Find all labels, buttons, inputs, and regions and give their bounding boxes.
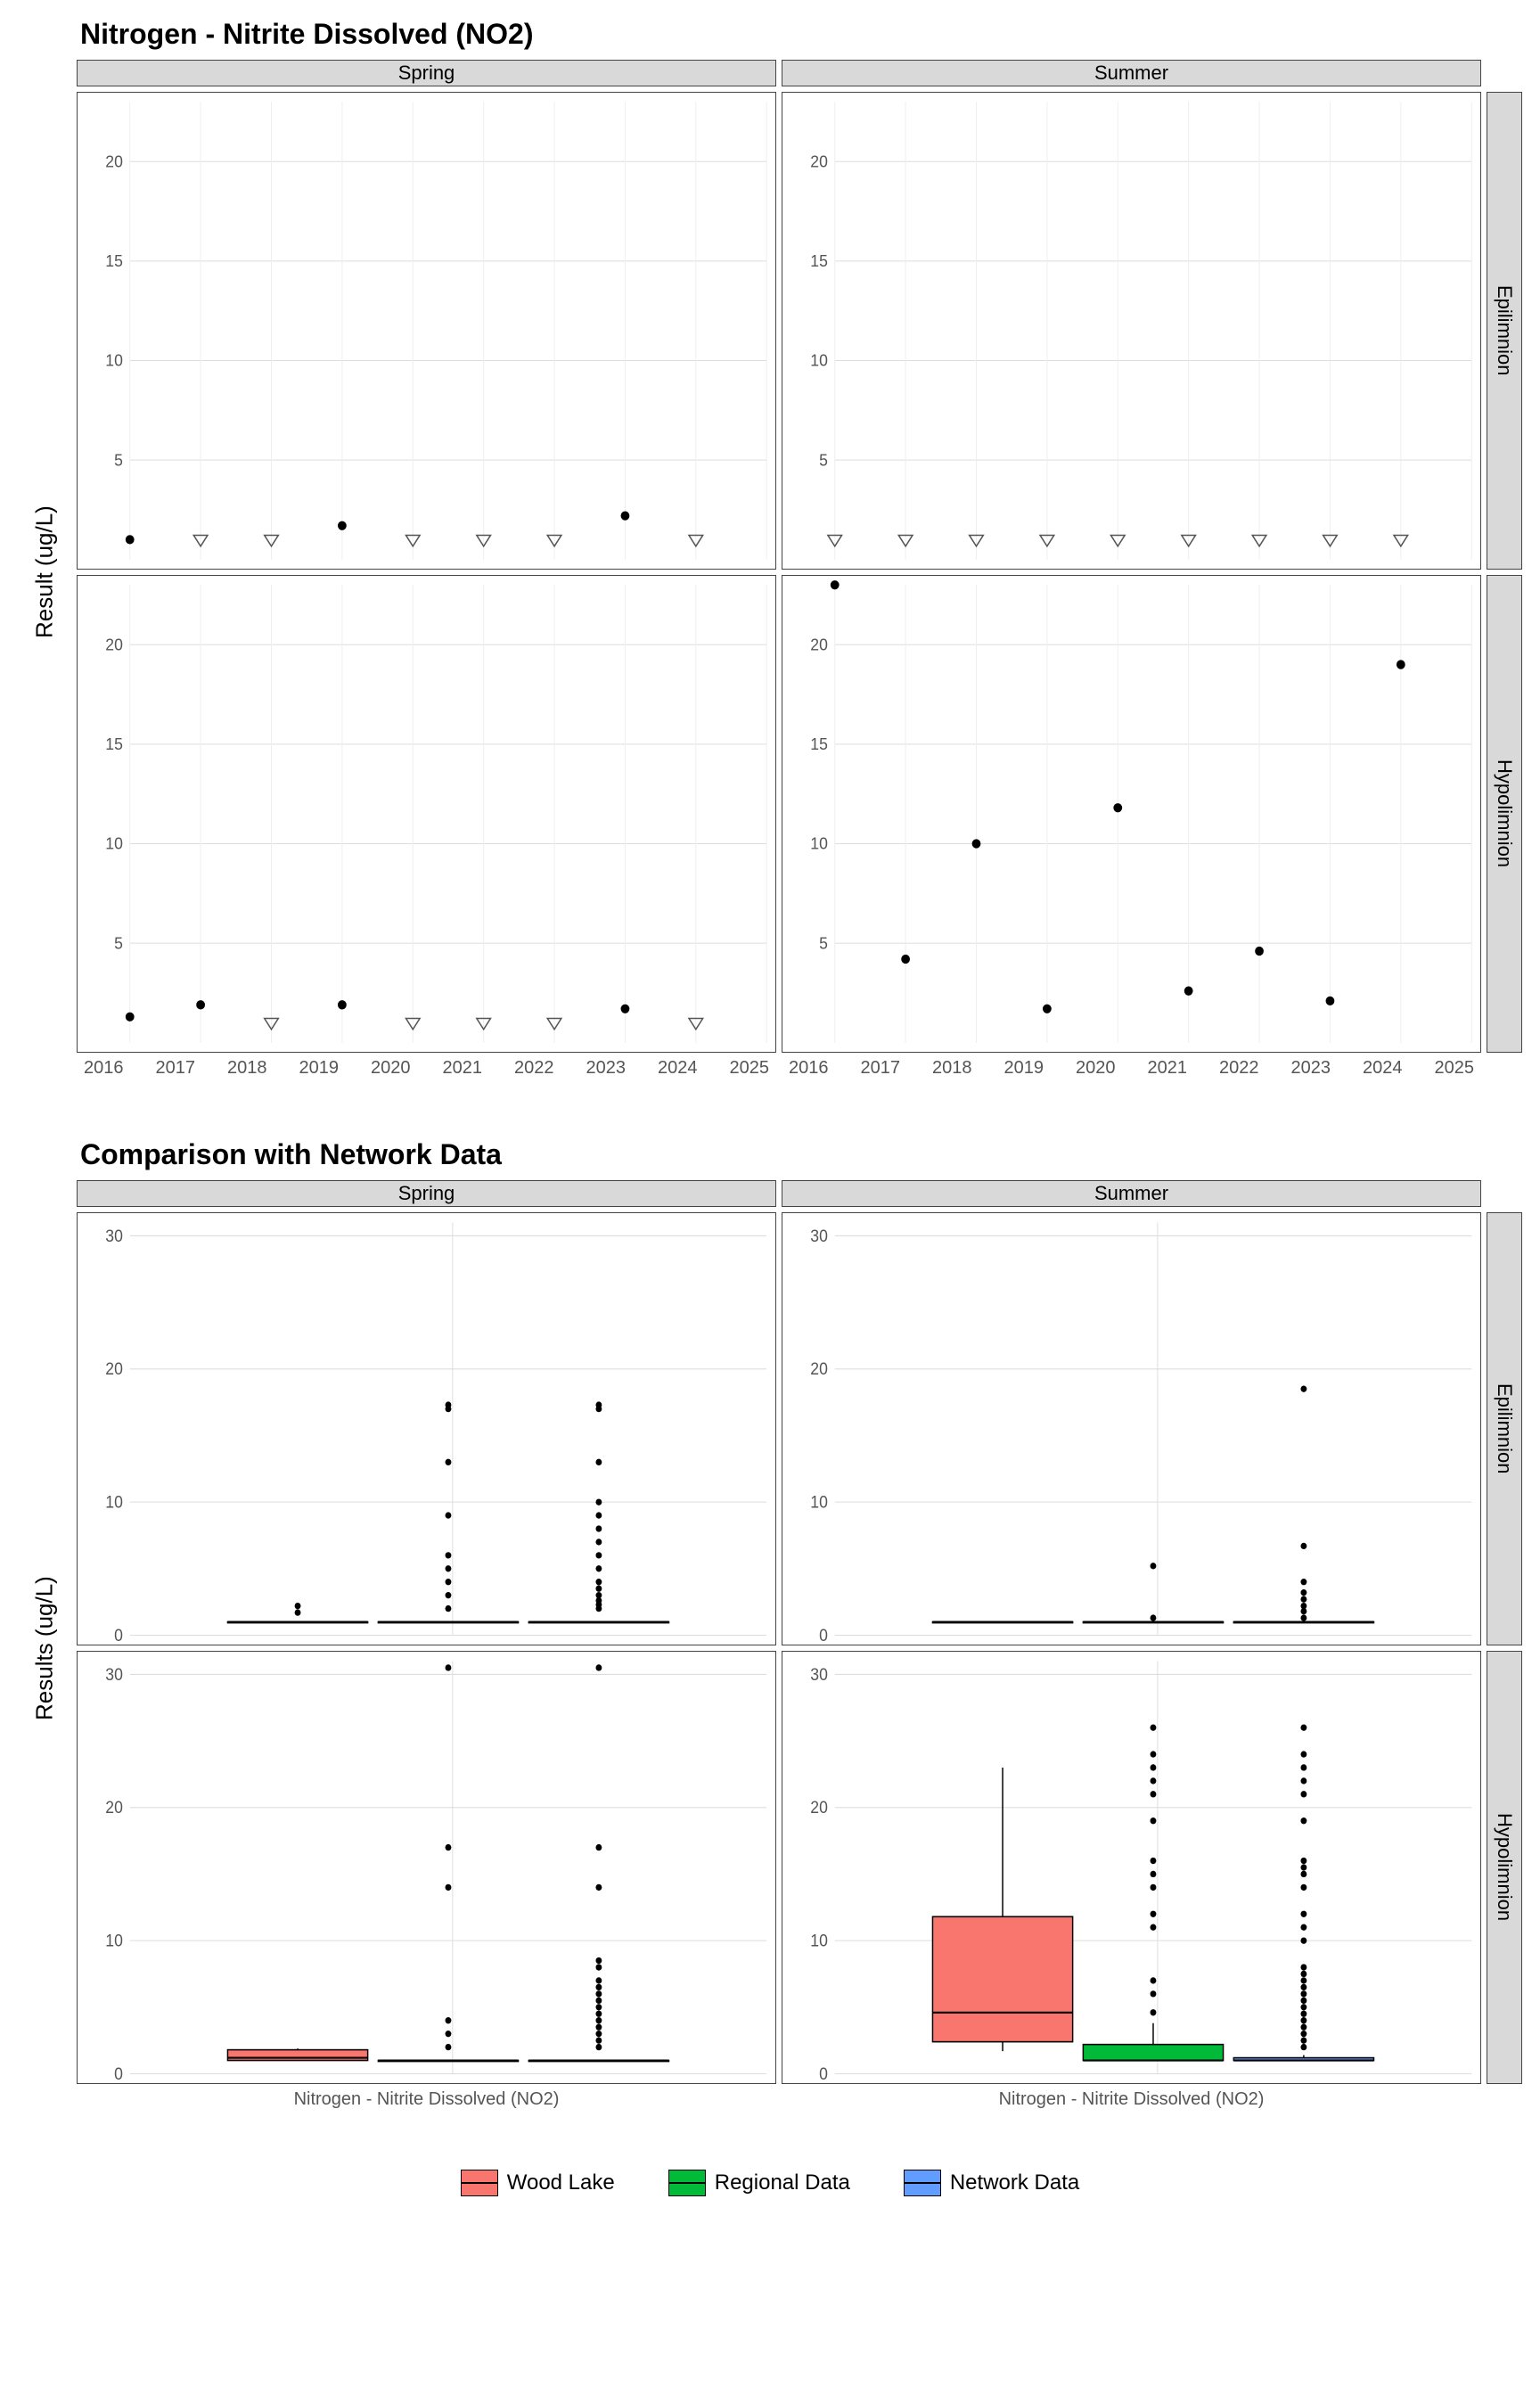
- svg-text:20: 20: [810, 1798, 828, 1818]
- svg-text:0: 0: [819, 1625, 828, 1645]
- svg-text:10: 10: [105, 351, 123, 369]
- panel-spring-epi: 5 10 15 20: [77, 92, 776, 570]
- svg-text:10: 10: [810, 351, 828, 369]
- panel-spring-hypo: 5 10 15 20: [77, 575, 776, 1053]
- row-facet-hypo2: Hypolimnion: [1487, 1651, 1522, 2084]
- svg-text:15: 15: [105, 252, 123, 270]
- svg-text:20: 20: [105, 152, 123, 170]
- row-facet-epi2: Epilimnion: [1487, 1212, 1522, 1645]
- svg-text:30: 30: [810, 1664, 828, 1684]
- col-facet-summer: Summer: [782, 60, 1481, 86]
- chart1-x-axis: 2016201720182019202020212022202320242025…: [77, 1058, 1481, 1085]
- col-facet-spring: Spring: [77, 60, 776, 86]
- panel-summer-epi: 5 10 15 20: [782, 92, 1481, 570]
- chart1-ylabel: Result (ug/L): [18, 92, 71, 1053]
- svg-text:10: 10: [810, 1931, 828, 1950]
- svg-text:20: 20: [810, 636, 828, 653]
- svg-text:20: 20: [105, 1359, 123, 1379]
- legend-label-network: Network Data: [950, 2170, 1079, 2195]
- svg-text:30: 30: [105, 1664, 123, 1684]
- x-cat-left: Nitrogen - Nitrite Dissolved (NO2): [77, 2089, 776, 2116]
- chart2-ylabel: Results (ug/L): [18, 1212, 71, 2084]
- boxplot-facet-chart: Comparison with Network Data Results (ug…: [18, 1138, 1522, 2116]
- svg-text:20: 20: [810, 1359, 828, 1379]
- svg-text:30: 30: [105, 1226, 123, 1245]
- chart2-x-axis: Nitrogen - Nitrite Dissolved (NO2) Nitro…: [77, 2089, 1481, 2116]
- box-panel-spring-hypo: 0 10 20 30: [77, 1651, 776, 2084]
- svg-text:10: 10: [105, 1931, 123, 1950]
- x-cat-right: Nitrogen - Nitrite Dissolved (NO2): [782, 2089, 1481, 2116]
- svg-text:10: 10: [105, 834, 123, 852]
- svg-text:10: 10: [105, 1492, 123, 1512]
- col-facet-summer2: Summer: [782, 1180, 1481, 1207]
- col-facet-spring2: Spring: [77, 1180, 776, 1207]
- svg-text:0: 0: [114, 1625, 123, 1645]
- svg-text:15: 15: [810, 735, 828, 753]
- legend-item-wood: Wood Lake: [461, 2170, 615, 2196]
- svg-text:30: 30: [810, 1226, 828, 1245]
- svg-text:5: 5: [819, 451, 828, 469]
- box-panel-spring-epi: 0 10 20 30: [77, 1212, 776, 1645]
- legend-item-network: Network Data: [904, 2170, 1079, 2196]
- legend-label-wood: Wood Lake: [507, 2170, 615, 2195]
- box-panel-summer-hypo: 0 10 20 30: [782, 1651, 1481, 2084]
- chart2-grid: Results (ug/L) Spring Summer Epilimnion …: [18, 1180, 1522, 2116]
- chart1-grid: Result (ug/L) Spring Summer Epilimnion H…: [18, 60, 1522, 1085]
- svg-text:20: 20: [810, 152, 828, 170]
- x-ticks-left: 2016201720182019202020212022202320242025: [77, 1058, 776, 1085]
- svg-text:5: 5: [819, 934, 828, 952]
- svg-text:10: 10: [810, 834, 828, 852]
- svg-text:0: 0: [819, 2064, 828, 2083]
- panel-summer-hypo: 5 10 15 20: [782, 575, 1481, 1053]
- chart2-title: Comparison with Network Data: [80, 1138, 1522, 1171]
- legend-key-red-icon: [461, 2170, 498, 2196]
- row-facet-hypo: Hypolimnion: [1487, 575, 1522, 1053]
- svg-text:5: 5: [114, 934, 123, 952]
- row-facet-epi: Epilimnion: [1487, 92, 1522, 570]
- svg-text:15: 15: [105, 735, 123, 753]
- scatter-facet-chart: Nitrogen - Nitrite Dissolved (NO2) Resul…: [18, 18, 1522, 1085]
- legend: Wood Lake Regional Data Network Data: [18, 2170, 1522, 2196]
- svg-text:10: 10: [810, 1492, 828, 1512]
- box-panel-summer-epi: 0 10 20 30: [782, 1212, 1481, 1645]
- chart1-title: Nitrogen - Nitrite Dissolved (NO2): [80, 18, 1522, 51]
- svg-text:0: 0: [114, 2064, 123, 2083]
- legend-key-blue-icon: [904, 2170, 941, 2196]
- legend-label-regional: Regional Data: [715, 2170, 850, 2195]
- svg-text:20: 20: [105, 1798, 123, 1818]
- svg-text:20: 20: [105, 636, 123, 653]
- svg-text:15: 15: [810, 252, 828, 270]
- x-ticks-right: 2016201720182019202020212022202320242025: [782, 1058, 1481, 1085]
- legend-item-regional: Regional Data: [668, 2170, 850, 2196]
- svg-text:5: 5: [114, 451, 123, 469]
- legend-key-green-icon: [668, 2170, 706, 2196]
